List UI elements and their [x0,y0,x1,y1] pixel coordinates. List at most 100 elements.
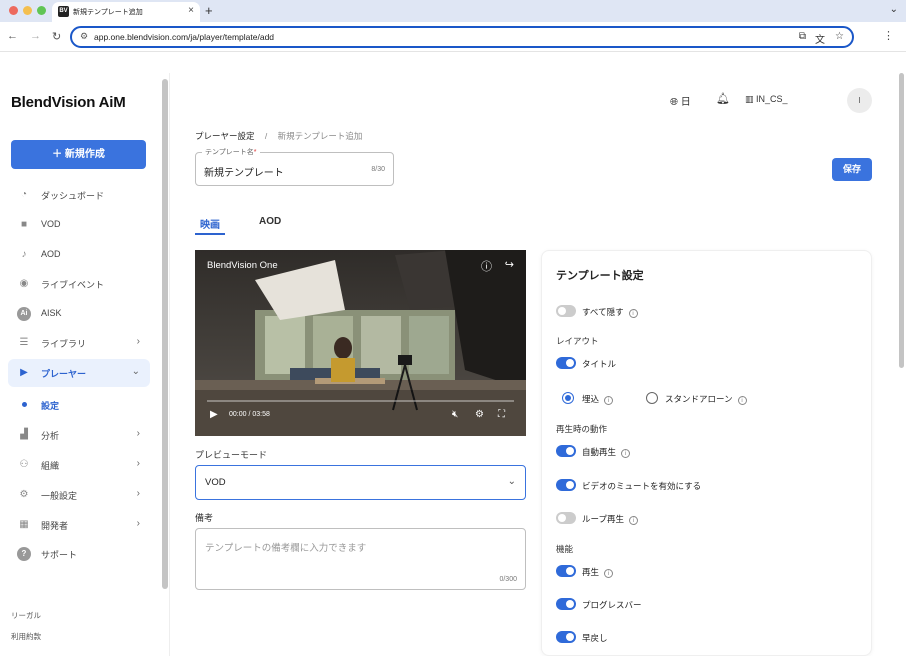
preview-mode-select[interactable]: VOD ⌄ [195,465,526,500]
mute-icon[interactable]: 🔇︎ [452,409,458,420]
sidebar-item-label: 組織 [41,461,60,471]
info-icon: i [621,449,631,458]
active-tab-indicator [195,233,225,235]
play-icon[interactable]: ▶ [210,409,218,420]
sidebar-item-aod[interactable]: ♪ AOD [8,241,150,269]
settings-gear-icon[interactable]: ⚙ [475,409,484,420]
sidebar-item-vod[interactable]: ■ VOD [8,211,150,239]
language-switcher[interactable]: 🌐︎ 日 [670,93,691,108]
page-scrollbar[interactable] [899,73,904,368]
preview-mode-label: プレビューモード [195,450,268,460]
info-icon[interactable]: ⓘ [481,258,492,274]
loop-toggle[interactable] [556,512,576,524]
reload-icon[interactable]: ↻ [52,30,61,43]
help-icon: ? [17,547,31,561]
embed-radio[interactable] [562,392,574,404]
close-window-icon[interactable] [9,6,18,15]
chevron-right-icon: › [136,518,140,529]
building-icon: ▥ [745,94,754,104]
breadcrumb-current: 新規テンプレート追加 [277,131,363,141]
chevron-right-icon: › [136,458,140,469]
template-name-field[interactable]: テンプレート名* 新規テンプレート 8/30 [195,147,394,186]
sidebar-subitem-settings[interactable]: 設定 [41,399,59,412]
share-icon[interactable]: ↪ [505,258,514,271]
sidebar-item-aisk[interactable]: Ai AISK [8,300,150,328]
chevron-right-icon: › [136,428,140,439]
gear-icon: ⚙ [19,489,29,500]
info-icon: i [629,516,638,525]
browser-menu-icon[interactable]: ⋮ [883,29,894,42]
fullscreen-icon[interactable]: ⛶ [498,409,505,420]
sidebar-item-general-settings[interactable]: ⚙ 一般設定 › [8,481,150,509]
sidebar-item-label: ライブイベント [41,280,105,290]
mute-toggle[interactable] [556,479,576,491]
play-toggle[interactable] [556,565,576,577]
browser-tab[interactable]: BV 新規テンプレート追加 × [52,2,200,22]
breadcrumb: プレーヤー設定 / 新規テンプレート追加 [195,130,362,142]
player-icon: ▶ [20,367,28,378]
forward-icon[interactable]: → [30,30,41,42]
template-name-input[interactable]: 新規テンプレート [204,164,284,179]
tab-close-icon[interactable]: × [188,5,194,16]
terms-link[interactable]: 利用約款 [11,631,41,642]
chevron-down-icon: ⌄ [131,366,140,377]
breadcrumb-parent[interactable]: プレーヤー設定 [195,131,255,141]
sidebar-scrollbar[interactable] [162,79,168,589]
sidebar-item-analytics[interactable]: ▟ 分析 › [8,421,150,449]
chart-icon: ▟ [20,429,28,440]
sidebar-item-dashboard[interactable]: ◔ ダッシュボード [8,181,150,209]
site-settings-icon[interactable]: ⚙ [80,31,88,42]
embed-label: 埋込 i [582,393,614,405]
video-player[interactable]: BlendVision One ⓘ ↪ ▶ 00:00 / 03:58 🔇︎ ⚙… [195,250,526,436]
music-note-icon: ♪ [21,249,27,260]
info-icon: i [604,569,614,578]
preview-mode-value: VOD [205,477,226,488]
translate-icon[interactable]: 文 [815,31,825,46]
maximize-window-icon[interactable] [37,6,46,15]
sidebar-item-live-event[interactable]: ◉ ライブイベント [8,270,150,298]
video-title: BlendVision One [207,260,278,271]
avatar[interactable]: I [847,88,872,113]
autoplay-toggle[interactable] [556,445,576,457]
info-icon: i [737,396,747,405]
bookmark-star-icon[interactable]: ☆ [835,31,844,42]
url-text[interactable]: app.one.blendvision.com/ja/player/templa… [94,32,274,42]
title-toggle[interactable] [556,357,576,369]
new-tab-icon[interactable]: + [205,3,213,18]
org-switcher[interactable]: ▥ IN_CS_ [745,94,788,105]
address-bar[interactable]: ⚙ app.one.blendvision.com/ja/player/temp… [70,26,854,48]
sidebar-item-support[interactable]: ? サポート [8,540,150,568]
bell-icon[interactable]: 🔔︎ [716,92,730,105]
minimize-window-icon[interactable] [23,6,32,15]
standalone-radio[interactable] [646,392,658,404]
info-icon: i [628,309,638,318]
notes-textarea[interactable]: テンプレートの備考欄に入力できます 0/300 [195,528,526,590]
save-button[interactable]: 保存 [832,158,872,181]
sidebar-item-player[interactable]: ▶ プレーヤー ⌄ [8,359,150,387]
cast-icon[interactable]: ⧉ [799,31,806,42]
active-dot-icon [22,402,27,407]
browser-tab-bar: BV 新規テンプレート追加 × + ⌄ [0,0,906,22]
legal-link[interactable]: リーガル [11,610,41,621]
tab-aod[interactable]: AOD [259,216,281,227]
sidebar-item-library[interactable]: ☰ ライブラリ › [8,329,150,357]
tab-list-chevron-icon[interactable]: ⌄ [890,4,898,15]
tab-video[interactable]: 映画 [200,216,220,231]
sidebar-item-developer[interactable]: ▦ 開発者 › [8,511,150,539]
video-progress-bar[interactable] [207,400,514,402]
title-toggle-label: タイトル [582,359,617,369]
back-icon[interactable]: ← [7,30,18,42]
sidebar-item-label: ライブラリ [41,339,87,349]
hide-all-toggle[interactable] [556,305,576,317]
panel-title: テンプレート設定 [556,270,644,282]
progress-bar-toggle[interactable] [556,598,576,610]
new-create-button[interactable]: ＋ 新規作成 [11,140,146,169]
rewind-toggle[interactable] [556,631,576,643]
breadcrumb-separator: / [264,131,268,141]
sidebar-item-organization[interactable]: ⚇ 組織 › [8,451,150,479]
ai-icon: Ai [17,307,31,321]
language-label: 日 [680,97,691,108]
sidebar-item-label: VOD [41,219,61,229]
sidebar-item-label: サポート [41,550,78,560]
notes-label: 備考 [195,513,214,523]
